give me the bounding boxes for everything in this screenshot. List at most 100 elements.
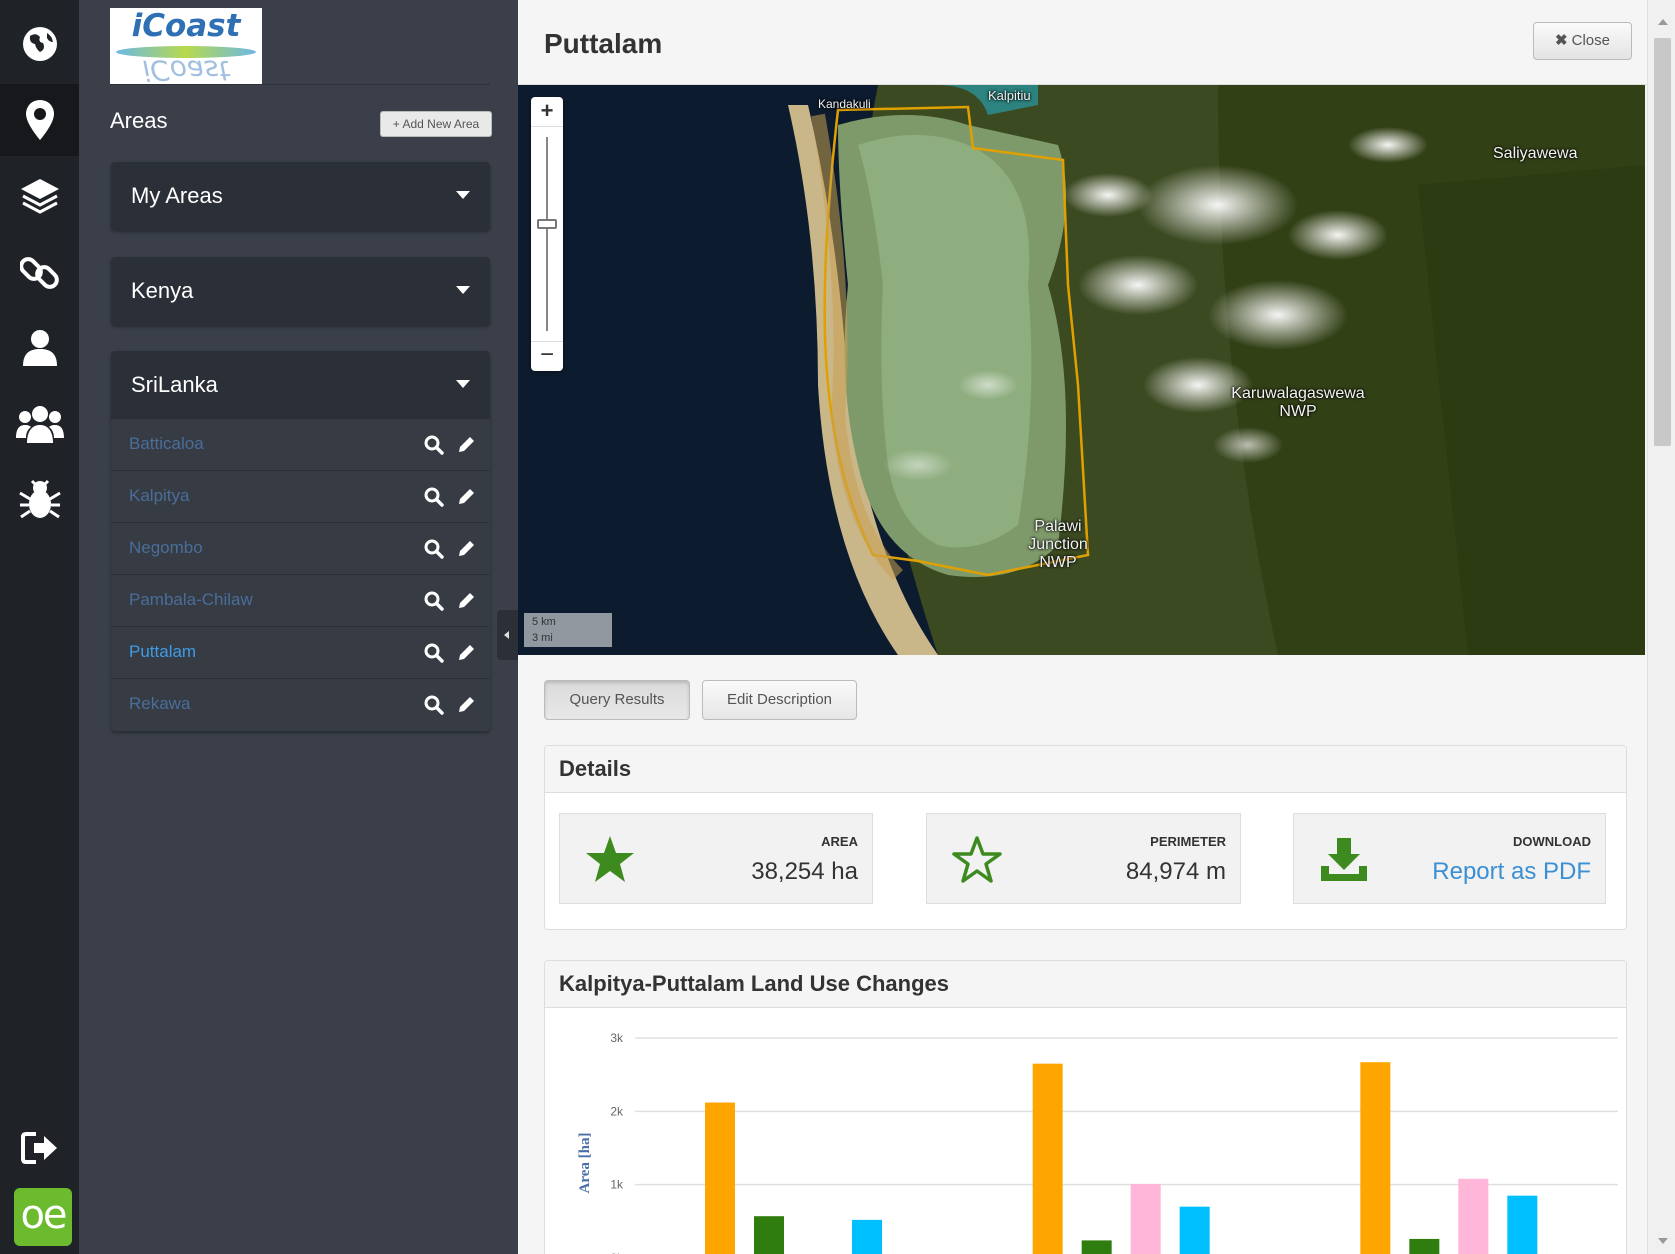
area-name[interactable]: Kalpitya <box>129 486 189 506</box>
download-pdf-link[interactable]: Report as PDF <box>1432 858 1591 886</box>
bar <box>852 1219 882 1254</box>
area-row-negombo[interactable]: Negombo <box>111 523 490 575</box>
divider <box>110 84 490 85</box>
map-view[interactable]: Kandakuli Kalpitiu Saliyawewa Karuwalaga… <box>518 85 1645 655</box>
group-icon[interactable] <box>0 388 79 460</box>
caret-down-icon <box>456 191 470 199</box>
zoom-out-button[interactable]: − <box>531 341 563 371</box>
pencil-icon[interactable] <box>456 539 476 564</box>
caret-down-icon <box>456 380 470 388</box>
download-label: DOWNLOAD <box>1513 834 1591 849</box>
scrollbar-thumb[interactable] <box>1654 38 1671 446</box>
caret-down-icon <box>456 286 470 294</box>
details-heading: Details <box>545 746 1626 793</box>
chart-heading: Kalpitya-Puttalam Land Use Changes <box>545 961 1626 1008</box>
land-use-chart-panel: Kalpitya-Puttalam Land Use Changes 0k1k2… <box>544 960 1627 1254</box>
area-name[interactable]: Puttalam <box>129 642 196 662</box>
map-scale-bar: 5 km 3 mi <box>524 613 612 647</box>
area-name[interactable]: Pambala-Chilaw <box>129 590 253 610</box>
group-label: My Areas <box>131 183 223 208</box>
area-name[interactable]: Batticaloa <box>129 434 204 454</box>
add-new-area-button[interactable]: + Add New Area <box>380 111 492 137</box>
details-panel: Details AREA 38,254 ha PERIMETER 84,974 … <box>544 745 1627 930</box>
map-marker-icon[interactable] <box>0 84 79 156</box>
perimeter-stat: PERIMETER 84,974 m <box>926 813 1241 904</box>
map-label-kandakuli: Kandakuli <box>818 97 871 111</box>
group-srilanka[interactable]: SriLanka <box>111 351 490 419</box>
group-label: Kenya <box>131 278 194 303</box>
collapse-sidebar-button[interactable] <box>497 610 518 660</box>
icon-rail: oe <box>0 0 79 1254</box>
bar <box>1409 1238 1440 1254</box>
y-tick-label: 2k <box>610 1104 624 1118</box>
y-tick-label: 3k <box>610 1031 624 1045</box>
bar <box>1360 1062 1391 1254</box>
oe-logo[interactable]: oe <box>14 1188 72 1246</box>
pencil-icon[interactable] <box>456 487 476 512</box>
y-axis-label: Area [ha] <box>577 1133 593 1194</box>
chevron-left-icon <box>504 631 509 639</box>
areas-sidebar: iCoast iCoast Areas + Add New Area My Ar… <box>79 0 518 1254</box>
download-stat: DOWNLOAD Report as PDF <box>1293 813 1606 904</box>
close-button[interactable]: ✖ Close <box>1533 22 1632 60</box>
zoom-control: + − <box>531 97 563 371</box>
map-label-saliyawewa: Saliyawewa <box>1493 145 1578 162</box>
search-icon[interactable] <box>424 643 444 668</box>
pencil-icon[interactable] <box>456 643 476 668</box>
scale-mi: 3 mi <box>532 632 553 644</box>
bar <box>1458 1178 1489 1254</box>
sign-out-icon[interactable] <box>0 1112 79 1184</box>
logo-reflection: iCoast <box>142 54 230 84</box>
logo-text: iCoast <box>131 8 241 44</box>
globe-icon[interactable] <box>0 8 79 80</box>
map-label-kalpitiya: Kalpitiu <box>988 88 1031 103</box>
user-icon[interactable] <box>0 312 79 384</box>
area-value: 38,254 ha <box>751 858 858 885</box>
tab-query-results[interactable]: Query Results <box>544 680 690 720</box>
search-icon[interactable] <box>424 487 444 512</box>
link-icon[interactable] <box>0 236 79 308</box>
zoom-slider-track[interactable] <box>546 137 548 331</box>
area-name[interactable]: Negombo <box>129 538 203 558</box>
bar <box>1507 1195 1538 1254</box>
group-my-areas[interactable]: My Areas <box>111 162 490 230</box>
close-icon: ✖ <box>1555 32 1568 49</box>
search-icon[interactable] <box>424 539 444 564</box>
group-kenya[interactable]: Kenya <box>111 257 490 325</box>
bar <box>1179 1206 1210 1254</box>
page-title: Puttalam <box>544 28 663 59</box>
area-row-kalpitya[interactable]: Kalpitya <box>111 471 490 523</box>
area-stat: AREA 38,254 ha <box>559 813 873 904</box>
zoom-slider-handle[interactable] <box>537 219 557 229</box>
bar <box>1081 1240 1112 1254</box>
area-row-rekawa[interactable]: Rekawa <box>111 679 490 731</box>
pencil-icon[interactable] <box>456 435 476 460</box>
bug-icon[interactable] <box>0 464 79 536</box>
icoast-logo[interactable]: iCoast iCoast <box>110 8 262 84</box>
layers-icon[interactable] <box>0 160 79 232</box>
area-row-batticaloa[interactable]: Batticaloa <box>111 419 490 471</box>
area-label: AREA <box>821 834 858 849</box>
scale-km: 5 km <box>532 616 556 628</box>
land-use-bar-chart: 0k1k2k3kArea [ha]1992 to 19942007 to 200… <box>577 1031 1618 1254</box>
map-label-palawi: Palawi Junction NWP <box>1028 518 1088 571</box>
pencil-icon[interactable] <box>456 695 476 720</box>
search-icon[interactable] <box>424 435 444 460</box>
pencil-icon[interactable] <box>456 591 476 616</box>
area-row-pambala-chilaw[interactable]: Pambala-Chilaw <box>111 575 490 627</box>
zoom-in-button[interactable]: + <box>531 97 563 127</box>
bar <box>1130 1183 1161 1254</box>
star-icon <box>584 834 636 889</box>
download-icon[interactable] <box>1318 834 1370 889</box>
scroll-down-arrow-icon[interactable] <box>1658 1238 1668 1244</box>
scrollbar[interactable] <box>1647 0 1675 1254</box>
bar <box>705 1102 735 1254</box>
bar <box>754 1216 784 1254</box>
area-row-puttalam[interactable]: Puttalam <box>111 627 490 679</box>
bar <box>1032 1063 1063 1254</box>
scroll-up-arrow-icon[interactable] <box>1658 19 1668 25</box>
tab-edit-description[interactable]: Edit Description <box>702 680 857 720</box>
search-icon[interactable] <box>424 591 444 616</box>
area-name[interactable]: Rekawa <box>129 694 190 714</box>
search-icon[interactable] <box>424 695 444 720</box>
